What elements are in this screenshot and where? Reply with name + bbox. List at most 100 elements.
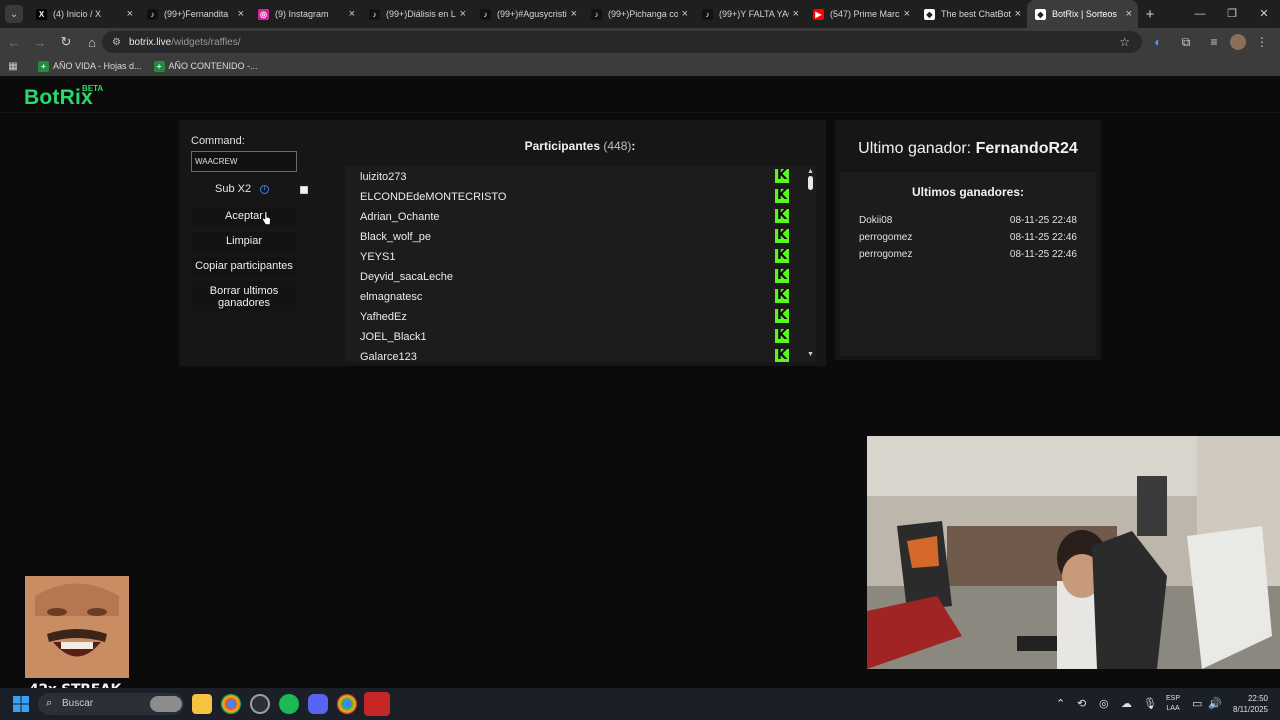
delete-last-winners-button[interactable]: Borrar ultimos ganadores [191, 281, 297, 311]
browser-tab[interactable]: ▶ (547) Prime Marc × [805, 0, 916, 28]
close-tab-icon[interactable]: × [1015, 8, 1021, 20]
participant-name: Deyvid_sacaLeche [360, 271, 453, 283]
minimize-icon[interactable]: — [1184, 0, 1216, 28]
discord-icon[interactable] [308, 694, 328, 714]
site-header [0, 80, 1280, 113]
tab-title: (99+)Y FALTA YAC [719, 9, 789, 19]
close-tab-icon[interactable]: × [571, 8, 577, 20]
browser-tab[interactable]: ♪ (99+)Y FALTA YAC × [694, 0, 805, 28]
browser-tab[interactable]: ♪ (99+)Fernandita × [139, 0, 250, 28]
chrome-profile-icon[interactable] [337, 694, 357, 714]
tiktok-icon: ♪ [369, 8, 380, 20]
app-tray-icon[interactable]: ◎ [1099, 697, 1109, 710]
windows-start-icon[interactable] [13, 696, 29, 712]
chevron-down-icon: ⌄ [5, 5, 23, 23]
close-tab-icon[interactable]: × [904, 8, 910, 20]
streaming-app-icon[interactable] [364, 692, 390, 716]
participant-name: luizito273 [360, 171, 407, 183]
webcam-scene [867, 436, 1280, 669]
clock-time: 22:50 [1247, 694, 1268, 703]
participant-row: Adrian_Ochante K [345, 206, 805, 226]
participants-list[interactable]: luizito273 K ELCONDEdeMONTECRISTO K Adrian_O… [345, 166, 805, 362]
restore-icon[interactable]: ❐ [1216, 0, 1248, 28]
apps-grid-icon[interactable]: ▦ [0, 61, 26, 72]
language-indicator[interactable]: ESP LAA [1166, 694, 1180, 714]
home-button[interactable]: ⌂ [80, 30, 104, 54]
obs-icon[interactable] [250, 694, 270, 714]
reload-button[interactable]: ↻ [54, 30, 78, 54]
new-tab-button[interactable]: + [1138, 6, 1162, 23]
close-tab-icon[interactable]: × [349, 8, 355, 20]
browser-tab[interactable]: ◆ The best ChatBot × [916, 0, 1027, 28]
close-window-icon[interactable]: ✕ [1248, 0, 1280, 28]
kick-platform-icon: K [775, 308, 789, 323]
scroll-up-icon[interactable]: ▲ [807, 168, 814, 175]
botrix-icon: ◆ [924, 8, 935, 20]
kick-platform-icon: K [775, 328, 789, 343]
scroll-thumb[interactable] [808, 176, 813, 190]
close-tab-icon[interactable]: × [1126, 8, 1132, 20]
winner-row: perrogomez 08-11-25 22:46 [859, 249, 1077, 263]
address-bar[interactable]: ⚙ botrix.live/widgets/raffles/ ☆ [102, 31, 1142, 53]
browser-tab[interactable]: X (4) Inicio / X × [28, 0, 139, 28]
kick-platform-icon: K [775, 168, 789, 183]
winner-name: Dokii08 [859, 215, 893, 226]
participant-name: JOEL_Black1 [360, 331, 427, 343]
sync-icon[interactable]: ⟲ [1077, 697, 1086, 710]
close-tab-icon[interactable]: × [682, 8, 688, 20]
lang-line-2: LAA [1166, 705, 1180, 712]
participants-scrollbar[interactable]: ▲ ▼ [805, 166, 816, 362]
command-input[interactable] [191, 151, 297, 172]
cloud-icon[interactable]: ☁ [1121, 697, 1132, 710]
chrome-icon[interactable] [221, 694, 241, 714]
participant-name: ELCONDEdeMONTECRISTO [360, 191, 507, 203]
browser-tab[interactable]: ◆ BotRix | Sorteos × [1027, 0, 1138, 28]
reading-list-icon[interactable]: ≡ [1202, 30, 1226, 54]
site-info-icon[interactable]: ⚙ [112, 37, 121, 48]
winner-name: perrogomez [859, 232, 913, 243]
close-tab-icon[interactable]: × [127, 8, 133, 20]
accept-button[interactable]: Aceptar [191, 207, 297, 226]
close-tab-icon[interactable]: × [793, 8, 799, 20]
close-tab-icon[interactable]: × [238, 8, 244, 20]
copy-participants-button[interactable]: Copiar participantes [191, 257, 297, 276]
clock-date: 8/11/2025 [1233, 705, 1268, 714]
microphone-icon[interactable]: 🎙 [1143, 697, 1157, 710]
winner-date: 08-11-25 22:46 [1009, 249, 1077, 260]
copilot-icon[interactable]: ◐ [1146, 30, 1170, 54]
profile-avatar[interactable] [1230, 34, 1246, 50]
tab-title: (99+)Fernandita [164, 9, 229, 19]
kick-platform-icon: K [775, 208, 789, 223]
bookmark-star-icon[interactable]: ☆ [1119, 35, 1130, 49]
tray-chevron-icon[interactable]: ⌃ [1056, 697, 1065, 710]
browser-tab[interactable]: ♪ (99+)Pichanga co × [583, 0, 694, 28]
scroll-down-icon[interactable]: ▼ [807, 351, 814, 358]
spotify-icon[interactable] [279, 694, 299, 714]
volume-icon[interactable]: 🔊 [1208, 697, 1222, 710]
extensions-icon[interactable]: ⧉ [1174, 30, 1198, 54]
bookmark-ano-vida[interactable]: + AÑO VIDA - Hojas d... [38, 60, 142, 72]
tiktok-icon: ♪ [702, 8, 713, 20]
beta-badge: BETA [82, 84, 104, 93]
more-menu-icon[interactable]: ⋮ [1250, 30, 1274, 54]
browser-tab[interactable]: ♪ (99+)Diálisis en L × [361, 0, 472, 28]
browser-tab[interactable]: ◎ (9) Instagram × [250, 0, 361, 28]
tab-title: (99+)#Agusycristi [497, 9, 567, 19]
kick-platform-icon: K [775, 188, 789, 203]
close-tab-icon[interactable]: × [460, 8, 466, 20]
browser-tab[interactable]: ♪ (99+)#Agusycristi × [472, 0, 583, 28]
winner-date: 08-11-25 22:46 [1009, 232, 1077, 243]
forward-button[interactable]: → [28, 30, 52, 54]
tab-search-button[interactable]: ⌄ [0, 0, 28, 28]
bookmark-ano-contenido[interactable]: + AÑO CONTENIDO -... [153, 60, 258, 72]
info-icon[interactable]: i [260, 185, 269, 194]
sub-x2-checkbox[interactable] [300, 186, 308, 194]
system-clock[interactable]: 22:50 8/11/2025 [1226, 693, 1268, 715]
winner-name: perrogomez [859, 249, 913, 260]
participants-heading: Participantes (448): [345, 139, 815, 153]
back-button[interactable]: ← [2, 30, 26, 54]
winners-list-box [840, 172, 1096, 356]
file-explorer-icon[interactable] [192, 694, 212, 714]
clear-button[interactable]: Limpiar [191, 232, 297, 251]
network-icon[interactable]: ▭ [1192, 697, 1202, 710]
